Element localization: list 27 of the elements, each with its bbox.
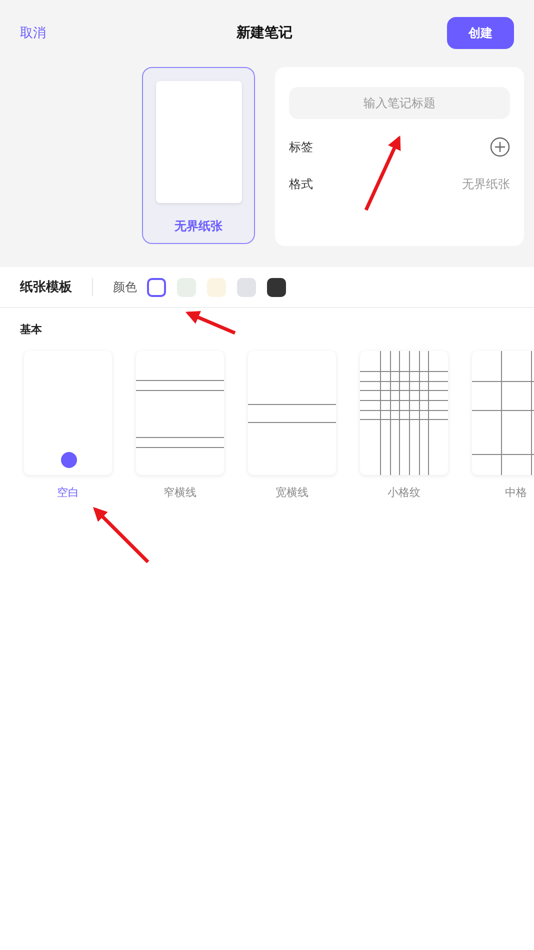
format-value: 无界纸张: [462, 176, 510, 192]
page-title: 新建笔记: [236, 24, 292, 42]
category-label: 基本: [20, 322, 42, 337]
annotation-arrow: [93, 507, 150, 564]
template-label: 中格: [505, 485, 527, 500]
template-card[interactable]: [360, 351, 448, 475]
template-card[interactable]: [472, 351, 534, 475]
format-label: 格式: [289, 176, 313, 192]
paper-type-label: 无界纸张: [174, 218, 222, 235]
annotation-arrow: [185, 310, 236, 335]
template-label: 小格纹: [388, 485, 420, 500]
template-card[interactable]: [136, 351, 224, 475]
color-swatch[interactable]: [237, 278, 256, 296]
create-button[interactable]: 创建: [447, 17, 514, 49]
add-icon[interactable]: [490, 137, 510, 157]
color-label: 颜色: [113, 278, 137, 296]
tag-label: 标签: [289, 138, 313, 156]
color-swatch[interactable]: [267, 278, 286, 296]
template-label: 窄横线: [164, 485, 196, 500]
title-input-field[interactable]: 输入笔记标题: [289, 87, 510, 119]
section-title: 纸张模板: [20, 279, 72, 296]
color-swatch[interactable]: [207, 278, 226, 296]
paper-preview-card[interactable]: 无界纸张: [142, 67, 255, 244]
color-swatch[interactable]: [147, 278, 166, 296]
template-label: 宽横线: [276, 485, 308, 500]
cancel-link[interactable]: 取消: [20, 24, 46, 42]
template-label: 空白: [57, 485, 79, 500]
